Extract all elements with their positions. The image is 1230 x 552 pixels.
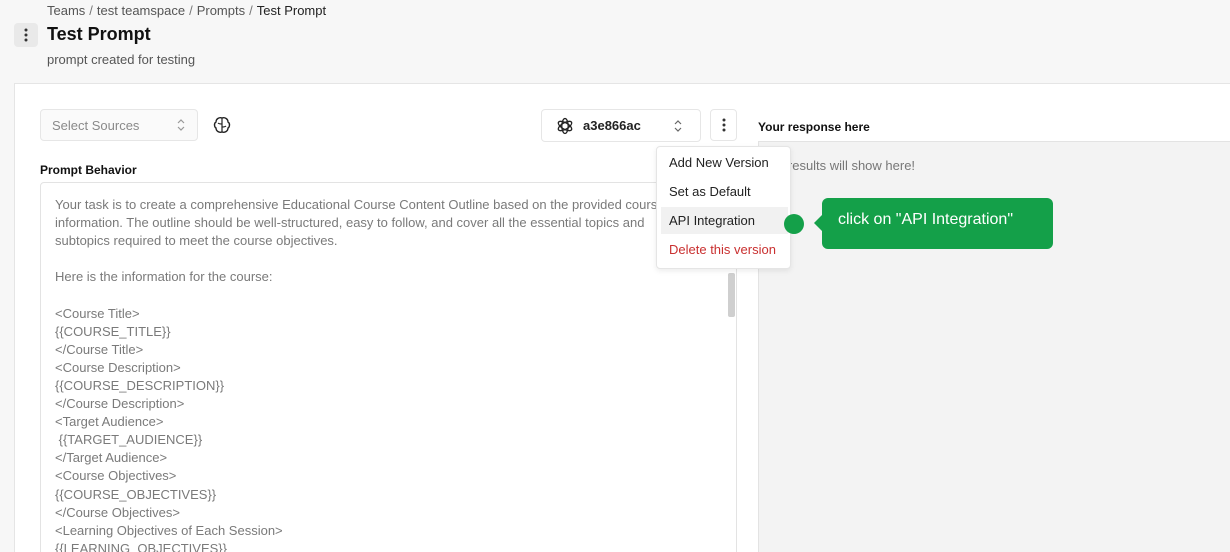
model-version-select[interactable]: a3e866ac <box>541 109 701 142</box>
vertical-dots-icon <box>24 28 28 42</box>
prompt-behavior-label: Prompt Behavior <box>40 163 137 177</box>
breadcrumb-item-current: Test Prompt <box>256 3 327 18</box>
sidebar-toggle-button[interactable] <box>14 23 38 47</box>
version-options-menu: Add New Version Set as Default API Integ… <box>656 146 791 269</box>
prompt-scrollbar[interactable] <box>728 273 735 317</box>
select-sources-placeholder: Select Sources <box>52 118 140 133</box>
openai-logo-icon <box>557 117 573 135</box>
model-version-label: a3e866ac <box>583 118 641 133</box>
hint-tooltip: click on "API Integration" <box>814 198 1053 249</box>
breadcrumb: Teams / test teamspace / Prompts / Test Prompt <box>47 3 326 18</box>
menu-item-delete-version[interactable]: Delete this version <box>661 236 788 263</box>
breadcrumb-item-prompts[interactable]: Prompts <box>197 3 245 18</box>
page-subtitle: prompt created for testing <box>47 52 196 67</box>
breadcrumb-separator: / <box>189 3 193 18</box>
vertical-dots-icon <box>722 118 725 132</box>
response-title: Your response here <box>758 120 870 134</box>
breadcrumb-item-teamspace[interactable]: test teamspace <box>97 3 185 18</box>
chevron-up-down-icon <box>674 120 682 132</box>
chevron-up-down-icon <box>177 119 185 131</box>
select-sources-dropdown[interactable]: Select Sources <box>40 109 198 141</box>
prompt-text: Your task is to create a comprehensive E… <box>55 197 665 552</box>
brain-button[interactable] <box>212 115 232 135</box>
prompt-behavior-textarea[interactable]: Your task is to create a comprehensive E… <box>40 182 737 552</box>
menu-item-api-integration[interactable]: API Integration <box>661 207 788 234</box>
menu-item-add-new-version[interactable]: Add New Version <box>661 149 788 176</box>
menu-item-set-as-default[interactable]: Set as Default <box>661 178 788 205</box>
hint-indicator-dot <box>784 214 804 234</box>
breadcrumb-item-teams[interactable]: Teams <box>47 3 85 18</box>
page-title: Test Prompt <box>47 24 151 44</box>
breadcrumb-separator: / <box>89 3 93 18</box>
version-options-button[interactable] <box>710 109 737 141</box>
breadcrumb-separator: / <box>249 3 253 18</box>
brain-icon <box>213 117 231 133</box>
page-header: Teams / test teamspace / Prompts / Test Prompt… <box>0 0 1230 83</box>
